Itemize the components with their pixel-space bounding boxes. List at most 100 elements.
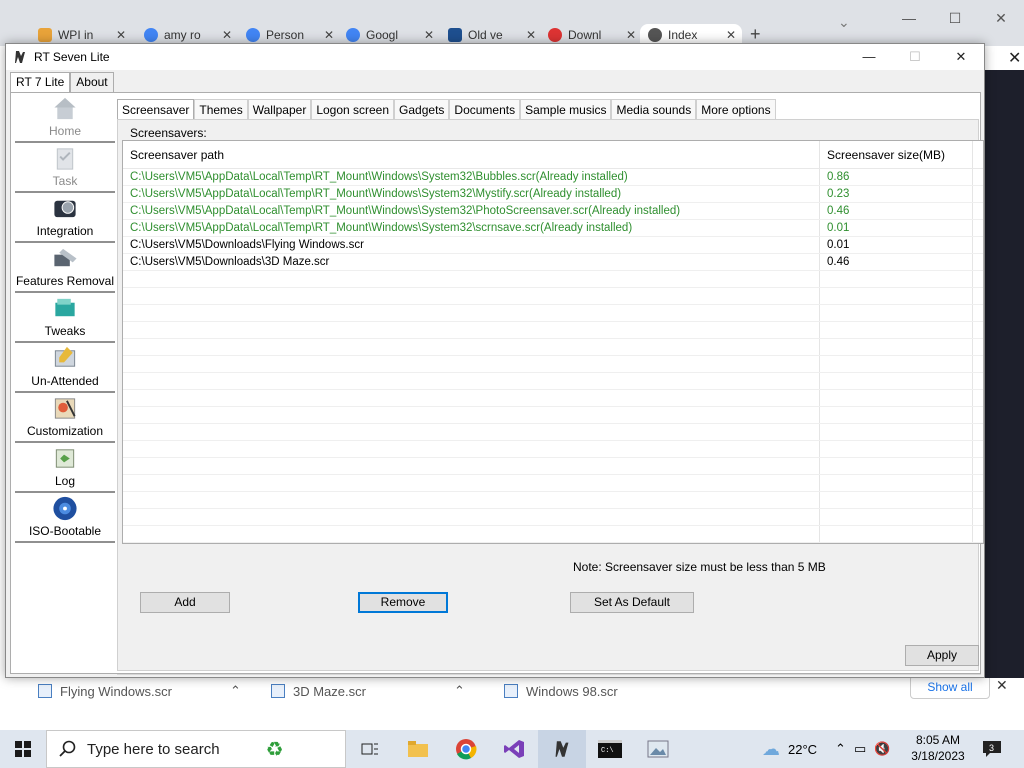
empty-row [123,424,983,441]
empty-cell [123,526,820,542]
start-button[interactable] [0,730,46,768]
column-header-size[interactable]: Screensaver size(MB) [820,141,973,168]
image-viewer-icon[interactable] [634,730,682,768]
download-item[interactable]: 3D Maze.scr ⌃ [271,677,465,705]
task-view-icon[interactable] [346,730,394,768]
clock[interactable]: 8:05 AM 3/18/2023 [908,732,968,764]
nav-label: Customization [26,424,104,438]
table-row[interactable]: C:\Users\VM5\Downloads\3D Maze.scr 0.46 [123,254,983,271]
screensaver-path-cell: C:\Users\VM5\AppData\Local\Temp\RT_Mount… [123,186,820,202]
taskbar-search[interactable]: Type here to search ♻ [46,730,346,768]
minimize-icon[interactable]: — [846,44,892,70]
close-icon[interactable]: ✕ [978,10,1024,27]
chrome-icon[interactable] [442,730,490,768]
unattended-icon [54,346,76,367]
tab-gadgets[interactable]: Gadgets [394,99,450,119]
volume-muted-icon[interactable]: 🔇 [874,741,890,757]
close-tab-icon[interactable]: ✕ [526,28,536,42]
close-icon[interactable]: ✕ [996,677,1008,694]
close-tab-icon[interactable]: ✕ [222,28,232,42]
show-all-button[interactable]: Show all [910,675,990,699]
new-tab-button[interactable]: + [750,24,761,45]
browser-tab-label: Googl [365,28,399,42]
table-row[interactable]: C:\Users\VM5\AppData\Local\Temp\RT_Mount… [123,186,983,203]
network-icon[interactable]: ▭ [854,741,866,757]
close-tab-icon[interactable]: ✕ [626,28,636,42]
rt-seven-lite-taskbar-icon[interactable] [538,730,586,768]
nav-un-attended[interactable]: Un-Attended [15,345,115,393]
table-row[interactable]: C:\Users\VM5\AppData\Local\Temp\RT_Mount… [123,203,983,220]
nav-label: Home [48,124,81,138]
chevron-up-icon[interactable]: ⌃ [835,741,846,757]
set-as-default-button[interactable]: Set As Default [570,592,694,613]
list-body: C:\Users\VM5\AppData\Local\Temp\RT_Mount… [123,169,983,543]
screensavers-label: Screensavers: [130,126,207,140]
nav-home[interactable]: Home [15,95,115,143]
table-row[interactable]: C:\Users\VM5\AppData\Local\Temp\RT_Mount… [123,169,983,186]
tab-themes[interactable]: Themes [194,99,248,119]
screensaver-size-cell: 0.01 [820,237,973,253]
download-item[interactable]: Windows 98.scr [504,677,618,705]
file-explorer-icon[interactable] [394,730,442,768]
weather-icon[interactable]: ☁ [762,739,780,760]
remove-button[interactable]: Remove [358,592,448,613]
nav-customization[interactable]: Customization [15,395,115,443]
column-header-path[interactable]: Screensaver path [123,141,820,168]
tab-logon-screen[interactable]: Logon screen [311,99,395,119]
nav-tweaks[interactable]: Tweaks [15,295,115,343]
empty-row [123,339,983,356]
temperature[interactable]: 22°C [788,742,817,757]
empty-cell [820,322,973,338]
add-button[interactable]: Add [140,592,230,613]
screensaver-list[interactable]: Screensaver path Screensaver size(MB) C:… [122,140,984,544]
table-row[interactable]: C:\Users\VM5\AppData\Local\Temp\RT_Mount… [123,220,983,237]
download-item[interactable]: Flying Windows.scr ⌃ [38,677,241,705]
tab-about[interactable]: About [70,72,114,92]
command-prompt-icon[interactable]: C:\ [586,730,634,768]
visual-studio-icon[interactable] [490,730,538,768]
nav-iso-bootable[interactable]: ISO-Bootable [15,495,115,543]
windows-icon [15,741,31,757]
recycle-icon: ♻ [265,738,284,761]
chevron-up-icon[interactable]: ⌃ [230,683,241,699]
tab-screensaver[interactable]: Screensaver [117,99,195,119]
empty-row [123,407,983,424]
close-tab-icon[interactable]: ✕ [116,28,126,42]
screensaver-path-cell: C:\Users\VM5\Downloads\Flying Windows.sc… [123,237,820,253]
empty-row [123,373,983,390]
screensaver-path-cell: C:\Users\VM5\AppData\Local\Temp\RT_Mount… [123,203,820,219]
nav-log[interactable]: Log [15,445,115,493]
nav-task[interactable]: Task [15,145,115,193]
chevron-up-icon[interactable]: ⌃ [454,683,465,699]
maximize-icon[interactable]: ☐ [932,10,978,27]
empty-cell [820,509,973,525]
close-tab-icon[interactable]: ✕ [424,28,434,42]
search-placeholder: Type here to search [87,740,220,758]
tab-documents[interactable]: Documents [449,99,521,119]
tab-search-icon[interactable]: ⌄ [838,14,850,31]
notification-icon[interactable]: 3 [982,740,1002,758]
minimize-icon[interactable]: — [886,10,932,27]
tab-rt7lite[interactable]: RT 7 Lite [10,72,71,92]
main-panel: Home Task Integration Features Removal Tweak… [10,92,984,675]
close-tab-icon[interactable]: ✕ [726,28,736,42]
close-tab-icon[interactable]: ✕ [324,28,334,42]
apply-button[interactable]: Apply [905,645,979,666]
nav-features-removal[interactable]: Features Removal [15,245,115,293]
tab-wallpaper[interactable]: Wallpaper [247,99,312,119]
empty-cell [820,390,973,406]
browser-tab-label: Person [265,28,305,42]
empty-cell [820,441,973,457]
close-icon[interactable]: ✕ [1008,48,1021,68]
empty-row [123,322,983,339]
table-row[interactable]: C:\Users\VM5\Downloads\Flying Windows.sc… [123,237,983,254]
close-icon[interactable]: ✕ [938,44,984,70]
empty-cell [123,492,820,508]
tab-media-sounds[interactable]: Media sounds [611,99,697,119]
nav-integration[interactable]: Integration [15,195,115,243]
task-icon [56,148,74,170]
tab-more-options[interactable]: More options [696,99,776,119]
tab-sample-musics[interactable]: Sample musics [520,99,612,119]
empty-cell [123,407,820,423]
empty-cell [820,305,973,321]
